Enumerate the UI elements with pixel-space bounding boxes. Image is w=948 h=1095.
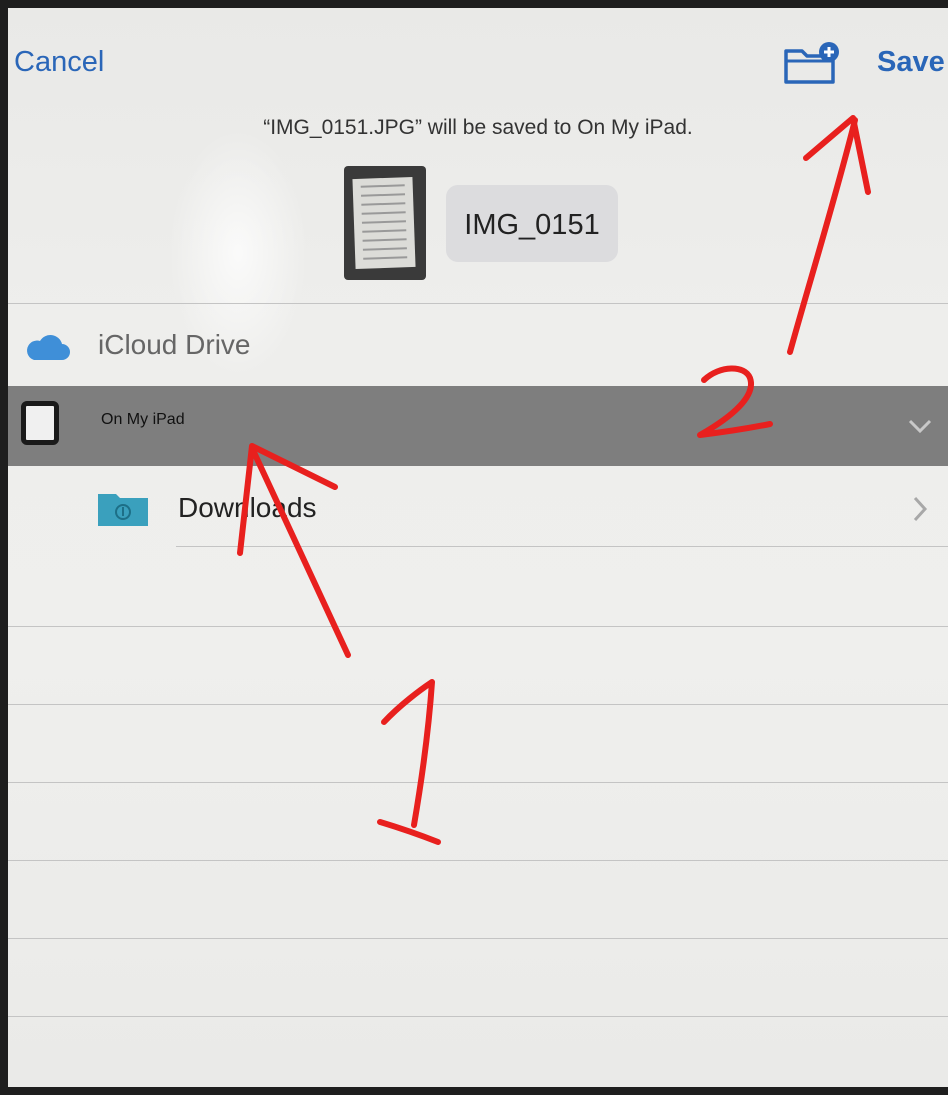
empty-row-divider xyxy=(8,782,948,783)
chevron-right-icon xyxy=(913,496,928,522)
location-label: Downloads xyxy=(178,492,317,523)
save-location-message: “IMG_0151.JPG” will be saved to On My iP… xyxy=(263,116,693,139)
empty-row-divider xyxy=(8,938,948,939)
chevron-down-icon[interactable] xyxy=(908,418,932,434)
save-button[interactable]: Save xyxy=(877,46,945,79)
divider xyxy=(176,546,948,547)
location-label: On My iPad xyxy=(101,411,185,428)
empty-row-divider xyxy=(8,626,948,627)
location-label: iCloud Drive xyxy=(98,329,251,360)
folder-plus-icon[interactable] xyxy=(783,41,841,85)
ipad-icon xyxy=(21,401,59,445)
cancel-button[interactable]: Cancel xyxy=(14,46,104,79)
location-icloud-drive[interactable]: iCloud Drive xyxy=(8,318,948,378)
dialog-header: Cancel Save “IMG_0151.JPG” will be saved… xyxy=(8,8,948,304)
empty-row-divider xyxy=(8,860,948,861)
location-downloads[interactable]: Downloads xyxy=(8,468,948,548)
filename-field[interactable]: IMG_0151 xyxy=(446,185,618,262)
file-thumbnail xyxy=(344,166,426,280)
divider xyxy=(8,303,948,304)
filename-value: IMG_0151 xyxy=(464,209,600,241)
empty-row-divider xyxy=(8,704,948,705)
empty-row-divider xyxy=(8,1016,948,1017)
save-dialog: Cancel Save “IMG_0151.JPG” will be saved… xyxy=(8,8,948,1087)
